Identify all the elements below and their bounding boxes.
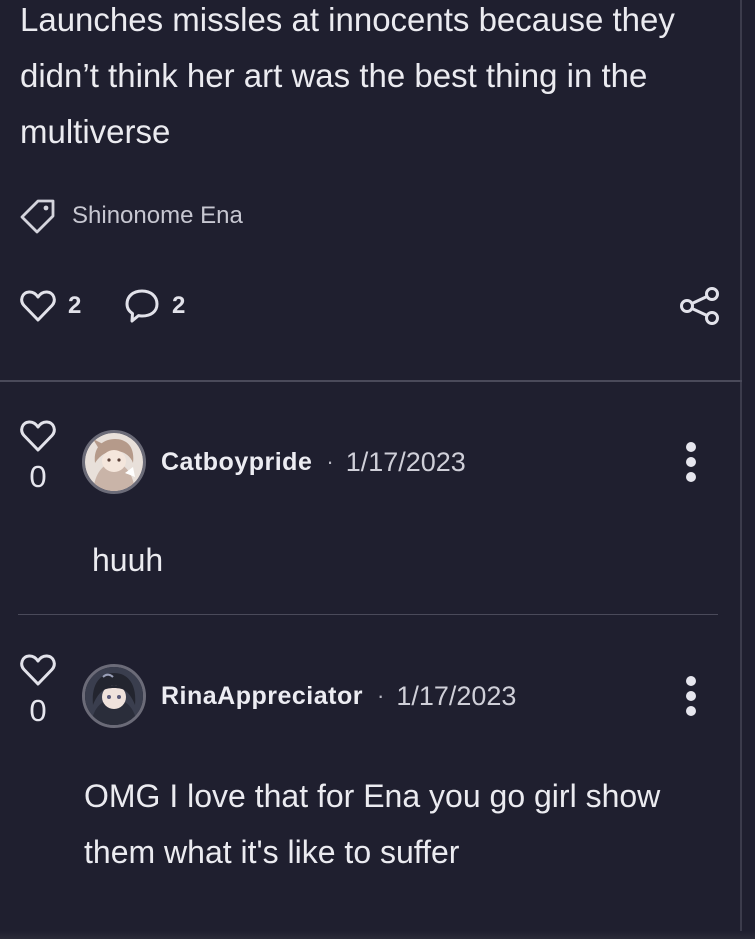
comment-vote: 0 [18, 418, 58, 494]
share-button[interactable] [678, 286, 722, 326]
vertical-dots-icon [684, 674, 698, 718]
comment-vote-count: 0 [29, 693, 47, 728]
post-divider [0, 380, 742, 382]
comment-more-button[interactable] [684, 440, 698, 484]
speech-bubble-icon [122, 286, 162, 326]
tag-label: Shinonome Ena [72, 202, 243, 229]
comment-text: OMG I love that for Ena you go girl show… [84, 778, 661, 870]
comment-divider [18, 614, 718, 615]
comment-text: huuh [92, 542, 164, 578]
vertical-dots-icon [684, 440, 698, 484]
comment-like-button[interactable] [18, 418, 58, 454]
comment-vote: 0 [18, 652, 58, 728]
comment-meta: RinaAppreciator · 1/17/2023 [161, 676, 516, 716]
post-tag[interactable]: Shinonome Ena [18, 196, 243, 236]
meta-separator: · [376, 683, 385, 708]
share-icon [678, 286, 722, 326]
avatar[interactable] [82, 430, 146, 494]
comment-vote-count: 0 [29, 459, 47, 494]
comment-more-button[interactable] [684, 674, 698, 718]
comment-item: 0 RinaAppreciator · 1/17/2023 OMG I love… [0, 652, 742, 912]
heart-icon [18, 286, 58, 326]
meta-separator: · [326, 449, 334, 474]
comment-date: 1/17/2023 [345, 446, 466, 477]
post-body-text: Launches missles at innocents because th… [20, 1, 675, 150]
post-panel: Launches missles at innocents because th… [0, 0, 742, 939]
comment-username[interactable]: RinaAppreciator [161, 682, 363, 711]
comment-username[interactable]: Catboypride [161, 448, 312, 477]
avatar[interactable] [82, 664, 146, 728]
comment-item: 0 Catboypride · 1/17/2023 huuh [0, 418, 742, 618]
like-count: 2 [68, 292, 82, 319]
comment-date: 1/17/2023 [396, 680, 517, 711]
panel-bottom-edge [0, 931, 755, 939]
like-button[interactable]: 2 [18, 286, 81, 326]
comment-button[interactable]: 2 [122, 286, 185, 326]
post-actions: 2 2 [18, 286, 722, 326]
comment-like-button[interactable] [18, 652, 58, 688]
comment-count: 2 [172, 292, 186, 319]
comment-meta: Catboypride · 1/17/2023 [161, 442, 466, 482]
tag-icon [18, 196, 58, 236]
